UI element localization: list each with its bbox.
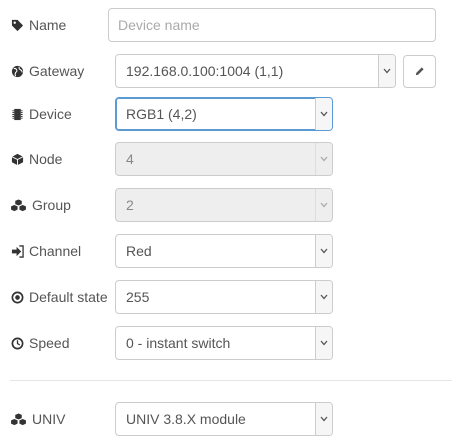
group-select[interactable]: 2 [115,188,333,222]
univ-value: UNIV 3.8.X module [126,411,246,427]
default-state-label: Default state [29,289,108,305]
cubes-icon [10,198,27,212]
device-select[interactable]: RGB1 (4,2) [115,97,333,131]
tag-icon [10,18,24,32]
chevron-down-icon [315,98,332,130]
cubes-icon [10,412,27,426]
speed-label-group: Speed [10,326,69,360]
chevron-down-icon [378,55,395,87]
device-label-group: Device [10,97,72,131]
node-select[interactable]: 4 [115,142,333,176]
chevron-down-icon [315,327,332,359]
default-state-value: 255 [126,289,150,305]
chevron-down-icon [315,403,332,435]
speed-select[interactable]: 0 - instant switch [115,326,333,360]
node-label-group: Node [10,142,62,176]
univ-select[interactable]: UNIV 3.8.X module [115,402,333,436]
chip-icon [10,107,24,121]
cube-icon [10,152,24,166]
speed-value: 0 - instant switch [126,335,231,351]
device-value: RGB1 (4,2) [126,106,197,122]
group-value: 2 [126,197,134,213]
univ-label-group: UNIV [10,402,65,436]
gateway-label-group: Gateway [10,54,84,88]
chevron-down-icon [315,235,332,267]
section-divider [10,380,452,381]
default-state-select[interactable]: 255 [115,280,333,314]
name-label-group: Name [10,8,66,42]
name-label: Name [29,17,67,33]
default-state-label-group: Default state [10,280,108,314]
group-label-group: Group [10,188,71,222]
clock-icon [10,336,24,350]
univ-label: UNIV [32,411,66,427]
gateway-select[interactable]: 192.168.0.100:1004 (1,1) [115,54,396,88]
gateway-value: 192.168.0.100:1004 (1,1) [126,63,284,79]
node-label: Node [29,151,63,167]
pencil-icon [414,64,425,80]
device-label: Device [29,106,72,122]
channel-label: Channel [29,243,82,259]
speed-label: Speed [29,335,70,351]
chevron-down-icon [315,143,332,175]
channel-value: Red [126,243,152,259]
sign-in-icon [10,244,24,258]
gateway-label: Gateway [29,63,85,79]
chevron-down-icon [315,189,332,221]
name-input[interactable] [108,8,436,42]
edit-gateway-button[interactable] [403,55,436,88]
globe-icon [10,64,24,78]
group-label: Group [32,197,71,213]
node-value: 4 [126,151,134,167]
chevron-down-icon [315,281,332,313]
dot-circle-icon [10,290,24,304]
channel-label-group: Channel [10,234,81,268]
channel-select[interactable]: Red [115,234,333,268]
